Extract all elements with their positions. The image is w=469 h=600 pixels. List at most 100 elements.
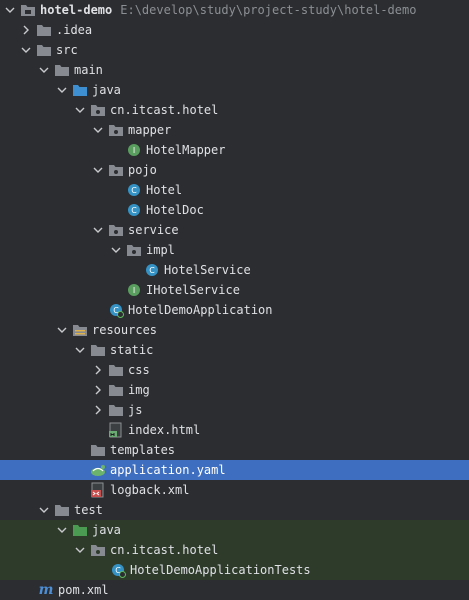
tree-label: mapper	[128, 123, 172, 137]
source-folder-icon	[72, 82, 88, 98]
test-class-icon: C	[110, 562, 126, 578]
tree-row-pojo[interactable]: pojo	[0, 160, 469, 180]
tree-label: impl	[146, 243, 175, 257]
tree-label: index.html	[128, 423, 201, 437]
tree-row-hotel[interactable]: C Hotel	[0, 180, 469, 200]
tree-row-impl[interactable]: impl	[0, 240, 469, 260]
folder-icon	[90, 342, 106, 358]
chevron-down-icon[interactable]	[92, 160, 104, 180]
chevron-down-icon[interactable]	[20, 40, 32, 60]
spring-boot-class-icon: C	[108, 302, 124, 318]
chevron-down-icon[interactable]	[56, 80, 68, 100]
package-icon	[90, 102, 106, 118]
tree-row-css[interactable]: css	[0, 360, 469, 380]
tree-row-main[interactable]: main	[0, 60, 469, 80]
chevron-down-icon[interactable]	[74, 100, 86, 120]
tree-label: HotelMapper	[146, 143, 226, 157]
package-icon	[108, 162, 124, 178]
folder-icon	[90, 442, 106, 458]
tree-label: cn.itcast.hotel	[110, 103, 219, 117]
tree-label: pom.xml	[58, 583, 109, 597]
html-file-icon	[108, 422, 124, 438]
folder-icon	[20, 2, 36, 18]
resources-folder-icon	[72, 322, 88, 338]
tree-label: templates	[110, 443, 176, 457]
interface-icon: I	[126, 142, 142, 158]
folder-icon	[108, 382, 124, 398]
package-icon	[90, 542, 106, 558]
tree-label: resources	[92, 323, 158, 337]
tree-label: HotelDemoApplication	[128, 303, 273, 317]
tree-row-package[interactable]: cn.itcast.hotel	[0, 100, 469, 120]
tree-row-mapper[interactable]: mapper	[0, 120, 469, 140]
package-icon	[108, 222, 124, 238]
tree-row-project[interactable]: hotel-demo E:\develop\study\project-stud…	[0, 0, 469, 20]
project-tree: hotel-demo E:\develop\study\project-stud…	[0, 0, 469, 598]
tree-row-test-package[interactable]: cn.itcast.hotel	[0, 540, 469, 560]
maven-icon: m	[38, 582, 54, 598]
chevron-right-icon[interactable]	[92, 360, 104, 380]
tree-row-logback-xml[interactable]: logback.xml	[0, 480, 469, 500]
test-source-folder-icon	[72, 522, 88, 538]
project-path: E:\develop\study\project-study\hotel-dem…	[120, 3, 417, 17]
tree-label: Hotel	[146, 183, 183, 197]
tree-label: .idea	[56, 23, 93, 37]
tree-row-index-html[interactable]: index.html	[0, 420, 469, 440]
tree-row-idea[interactable]: .idea	[0, 20, 469, 40]
tree-row-js[interactable]: js	[0, 400, 469, 420]
tree-label: cn.itcast.hotel	[110, 543, 219, 557]
chevron-down-icon[interactable]	[56, 320, 68, 340]
tree-row-hotel-demo-application-tests[interactable]: C HotelDemoApplicationTests	[0, 560, 469, 580]
tree-label: service	[128, 223, 179, 237]
chevron-down-icon[interactable]	[74, 540, 86, 560]
tree-label: main	[74, 63, 103, 77]
tree-row-hotel-service[interactable]: C HotelService	[0, 260, 469, 280]
tree-row-templates[interactable]: templates	[0, 440, 469, 460]
tree-row-test[interactable]: test	[0, 500, 469, 520]
tree-row-img[interactable]: img	[0, 380, 469, 400]
tree-row-test-java[interactable]: java	[0, 520, 469, 540]
tree-label: HotelService	[164, 263, 251, 277]
chevron-down-icon[interactable]	[74, 340, 86, 360]
tree-row-static[interactable]: static	[0, 340, 469, 360]
folder-icon	[36, 42, 52, 58]
tree-label: src	[56, 43, 78, 57]
tree-row-src[interactable]: src	[0, 40, 469, 60]
tree-row-pom-xml[interactable]: m pom.xml	[0, 580, 469, 600]
tree-row-service[interactable]: service	[0, 220, 469, 240]
project-name: hotel-demo	[40, 3, 113, 17]
tree-row-ihotel-service[interactable]: I IHotelService	[0, 280, 469, 300]
tree-row-hotel-doc[interactable]: C HotelDoc	[0, 200, 469, 220]
chevron-down-icon[interactable]	[56, 520, 68, 540]
chevron-down-icon[interactable]	[4, 0, 16, 20]
interface-icon: I	[126, 282, 142, 298]
tree-label: test	[74, 503, 103, 517]
chevron-down-icon[interactable]	[38, 60, 50, 80]
tree-row-hotel-demo-application[interactable]: C HotelDemoApplication	[0, 300, 469, 320]
tree-label: js	[128, 403, 143, 417]
xml-file-icon	[90, 482, 106, 498]
tree-label: java	[92, 83, 121, 97]
class-icon: C	[126, 182, 142, 198]
tree-label: java	[92, 523, 121, 537]
chevron-down-icon[interactable]	[92, 120, 104, 140]
chevron-down-icon[interactable]	[110, 240, 122, 260]
folder-icon	[36, 22, 52, 38]
chevron-right-icon[interactable]	[92, 400, 104, 420]
folder-icon	[108, 362, 124, 378]
tree-label: HotelDemoApplicationTests	[130, 563, 311, 577]
chevron-right-icon[interactable]	[92, 380, 104, 400]
tree-row-resources[interactable]: resources	[0, 320, 469, 340]
tree-row-application-yaml[interactable]: application.yaml	[0, 460, 469, 480]
tree-label: static	[110, 343, 154, 357]
chevron-right-icon[interactable]	[20, 20, 32, 40]
tree-row-hotel-mapper[interactable]: I HotelMapper	[0, 140, 469, 160]
folder-icon	[54, 62, 70, 78]
tree-label: HotelDoc	[146, 203, 204, 217]
chevron-down-icon[interactable]	[38, 500, 50, 520]
tree-label: css	[128, 363, 150, 377]
package-icon	[108, 122, 124, 138]
tree-label: IHotelService	[146, 283, 240, 297]
tree-row-main-java[interactable]: java	[0, 80, 469, 100]
chevron-down-icon[interactable]	[92, 220, 104, 240]
